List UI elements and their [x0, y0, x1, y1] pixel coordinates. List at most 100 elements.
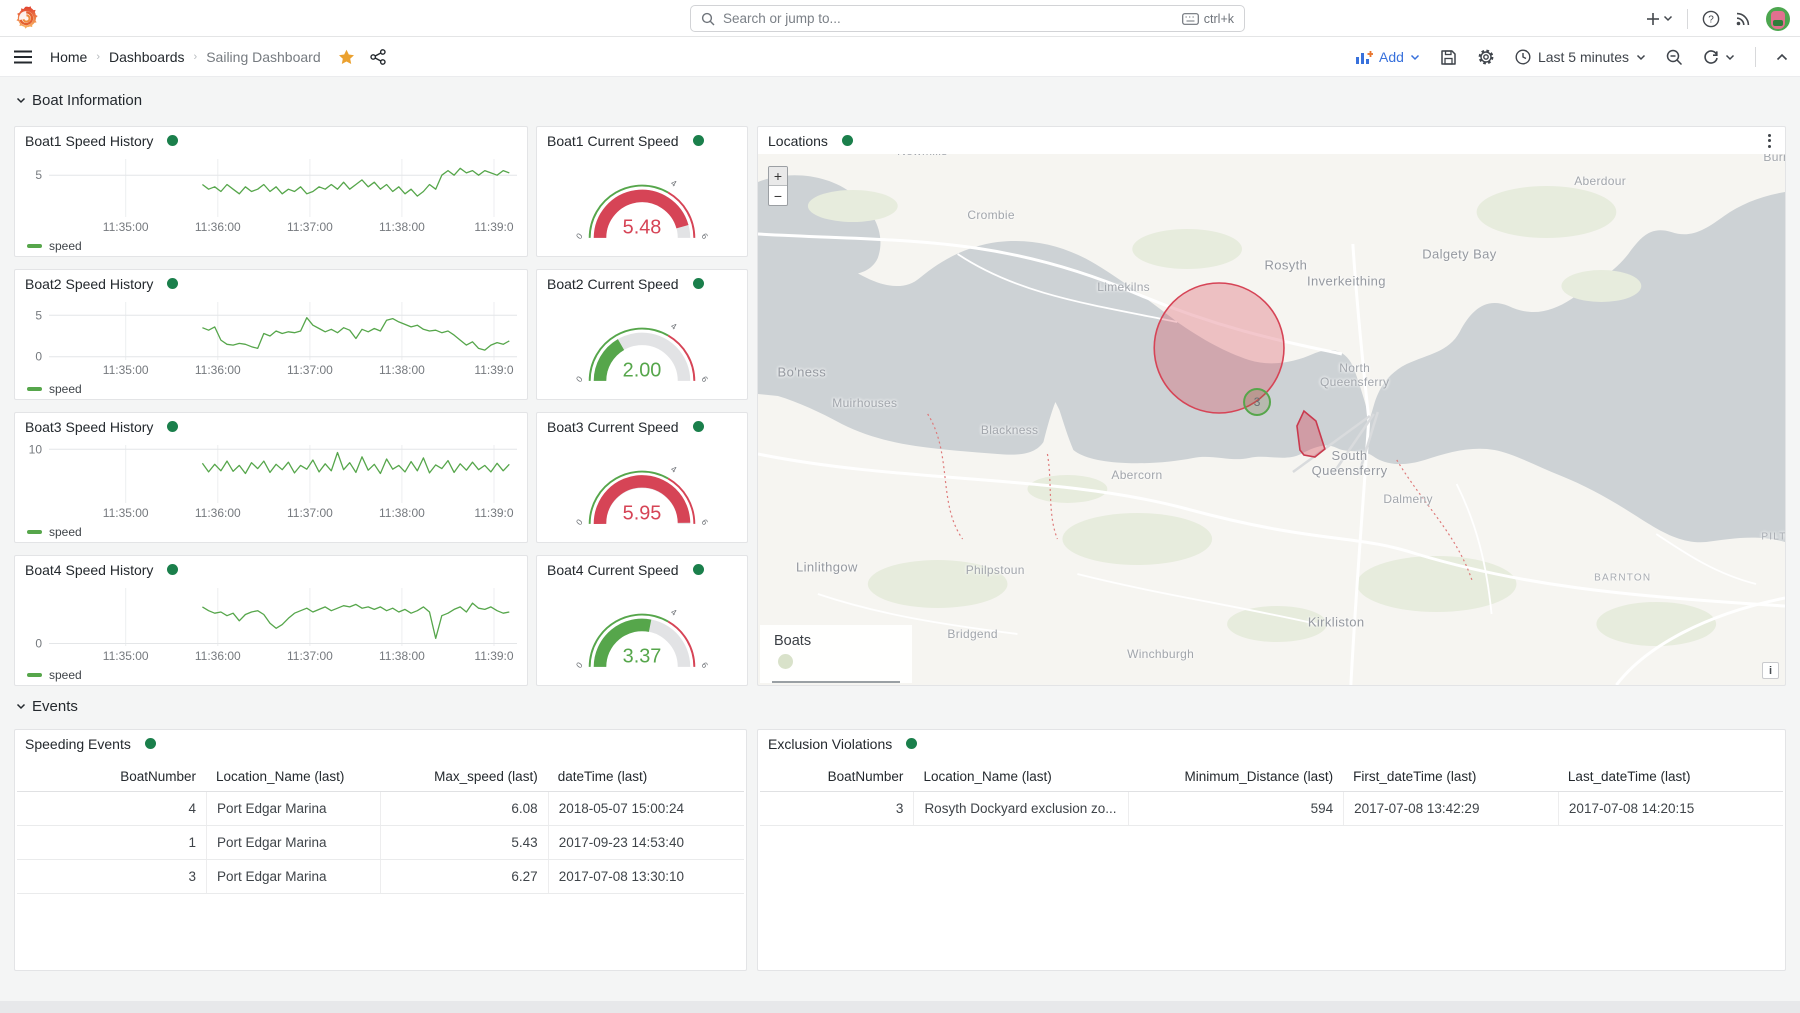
- geomap[interactable]: 3 NewmillsCrombieLimekilnsRosythInverkei…: [758, 154, 1785, 685]
- panel-health-icon: [167, 421, 178, 432]
- svg-text:11:35:00: 11:35:00: [103, 363, 149, 377]
- series-label: speed: [49, 239, 82, 253]
- new-button[interactable]: [1646, 12, 1673, 26]
- section-title: Events: [32, 698, 78, 715]
- breadcrumb-home[interactable]: Home: [50, 49, 87, 65]
- chart-legend[interactable]: speed: [15, 378, 527, 399]
- chart-legend[interactable]: speed: [15, 521, 527, 542]
- table-cell: 4: [17, 792, 206, 825]
- panel-title: Speeding Events: [25, 736, 131, 752]
- gear-icon: [1477, 48, 1495, 66]
- chevron-down-icon: [1663, 15, 1673, 22]
- refresh-icon: [1703, 49, 1719, 65]
- keyboard-icon: [1182, 13, 1199, 25]
- panel-health-icon: [145, 738, 156, 749]
- column-header[interactable]: Max_speed (last): [380, 761, 547, 791]
- svg-text:0: 0: [574, 230, 585, 240]
- panel-health-icon: [842, 135, 853, 146]
- share-button[interactable]: [370, 49, 386, 65]
- dashboard-settings-button[interactable]: [1477, 48, 1495, 66]
- column-header[interactable]: Location_Name (last): [913, 761, 1128, 791]
- dashboard-toolbar: Home › Dashboards › Sailing Dashboard: [0, 37, 1800, 77]
- timeseries-chart[interactable]: 5011:35:0011:36:0011:37:0011:38:0011:39:…: [15, 297, 527, 378]
- news-button[interactable]: [1734, 10, 1752, 28]
- panel-title: Boat4 Speed History: [25, 562, 153, 578]
- timeseries-chart[interactable]: 011:35:0011:36:0011:37:0011:38:0011:39:0: [15, 583, 527, 664]
- svg-text:11:36:00: 11:36:00: [195, 506, 241, 520]
- menu-button[interactable]: [14, 50, 32, 64]
- help-icon: ?: [1702, 10, 1720, 28]
- breadcrumb-dashboards[interactable]: Dashboards: [109, 49, 185, 65]
- series-swatch: [27, 244, 42, 248]
- divider: [1755, 47, 1756, 67]
- panel-exclusion-violations: Exclusion Violations BoatNumberLocation_…: [757, 729, 1786, 971]
- svg-text:11:36:00: 11:36:00: [195, 363, 241, 377]
- timeseries-chart[interactable]: 511:35:0011:36:0011:37:0011:38:0011:39:0: [15, 154, 527, 235]
- svg-text:11:37:00: 11:37:00: [287, 363, 333, 377]
- svg-text:11:37:00: 11:37:00: [287, 649, 333, 663]
- user-avatar[interactable]: [1766, 7, 1790, 31]
- row-events[interactable]: Events: [16, 698, 78, 715]
- data-table: BoatNumberLocation_Name (last)Minimum_Di…: [758, 757, 1785, 970]
- series-label: speed: [49, 382, 82, 396]
- svg-text:0: 0: [574, 516, 585, 526]
- table-cell: Port Edgar Marina: [206, 860, 380, 893]
- svg-text:5.48: 5.48: [623, 216, 662, 238]
- breadcrumb-separator: ›: [96, 51, 100, 63]
- table-row[interactable]: 3Port Edgar Marina6.272017-07-08 13:30:1…: [17, 860, 744, 894]
- table-cell: 3: [17, 860, 206, 893]
- zoom-out-time-button[interactable]: [1666, 49, 1683, 66]
- grafana-logo[interactable]: [13, 5, 39, 31]
- hamburger-icon: [14, 50, 32, 64]
- panel-boat3-current-speed: Boat3 Current Speed 0465.95: [536, 412, 748, 543]
- timeseries-chart[interactable]: 1011:35:0011:36:0011:37:0011:38:0011:39:…: [15, 440, 527, 521]
- panel-boat1-speed-history: Boat1 Speed History 511:35:0011:36:0011:…: [14, 126, 528, 257]
- column-header[interactable]: dateTime (last): [548, 761, 744, 791]
- favorite-button[interactable]: [338, 49, 355, 65]
- svg-text:0: 0: [35, 350, 42, 364]
- map-zoom-in-button[interactable]: +: [769, 167, 787, 186]
- panel-menu-icon[interactable]: [1764, 130, 1775, 152]
- panel-boat1-current-speed: Boat1 Current Speed 0465.48: [536, 126, 748, 257]
- table-cell: 594: [1128, 792, 1343, 825]
- search-input[interactable]: Search or jump to... ctrl+k: [690, 5, 1245, 32]
- refresh-button[interactable]: [1703, 49, 1735, 65]
- svg-text:6: 6: [699, 517, 710, 527]
- table-row[interactable]: 1Port Edgar Marina5.432017-09-23 14:53:4…: [17, 826, 744, 860]
- svg-text:10: 10: [29, 442, 43, 456]
- gauge: 0 4 6 5.48: [537, 154, 747, 256]
- table-cell: 3: [760, 792, 913, 825]
- add-panel-button[interactable]: Add: [1355, 49, 1420, 65]
- svg-text:3.37: 3.37: [623, 645, 662, 667]
- exclusion-zone-polygon[interactable]: [1297, 411, 1325, 457]
- column-header[interactable]: Location_Name (last): [206, 761, 380, 791]
- chart-legend[interactable]: speed: [15, 235, 527, 256]
- table-cell: 2018-05-07 15:00:24: [548, 792, 744, 825]
- map-markers-layer: 3: [758, 154, 1785, 685]
- table-row[interactable]: 4Port Edgar Marina6.082018-05-07 15:00:2…: [17, 792, 744, 826]
- column-header[interactable]: Minimum_Distance (last): [1128, 761, 1343, 791]
- save-dashboard-button[interactable]: [1440, 49, 1457, 66]
- map-attribution-button[interactable]: i: [1762, 662, 1779, 679]
- svg-text:4: 4: [669, 177, 679, 188]
- column-header[interactable]: BoatNumber: [760, 761, 913, 791]
- panel-health-icon: [167, 564, 178, 575]
- map-zoom-out-button[interactable]: −: [769, 186, 787, 205]
- column-header[interactable]: First_dateTime (last): [1343, 761, 1558, 791]
- time-range-picker[interactable]: Last 5 minutes: [1515, 49, 1646, 65]
- table-header-row: BoatNumberLocation_Name (last)Max_speed …: [17, 761, 744, 792]
- svg-text:6: 6: [699, 231, 710, 241]
- panel-title: Boat2 Speed History: [25, 276, 153, 292]
- panel-health-icon: [693, 564, 704, 575]
- svg-text:11:39:0: 11:39:0: [474, 220, 513, 234]
- collapse-toolbar-button[interactable]: [1776, 53, 1788, 61]
- chart-legend[interactable]: speed: [15, 664, 527, 685]
- svg-text:11:35:00: 11:35:00: [103, 220, 149, 234]
- bottom-scrollbar-track[interactable]: [0, 1001, 1800, 1013]
- help-button[interactable]: ?: [1702, 10, 1720, 28]
- row-boat-information[interactable]: Boat Information: [16, 92, 142, 109]
- table-row[interactable]: 3Rosyth Dockyard exclusion zo...5942017-…: [760, 792, 1783, 826]
- column-header[interactable]: Last_dateTime (last): [1558, 761, 1783, 791]
- gauge: 0465.95: [537, 440, 747, 542]
- column-header[interactable]: BoatNumber: [17, 761, 206, 791]
